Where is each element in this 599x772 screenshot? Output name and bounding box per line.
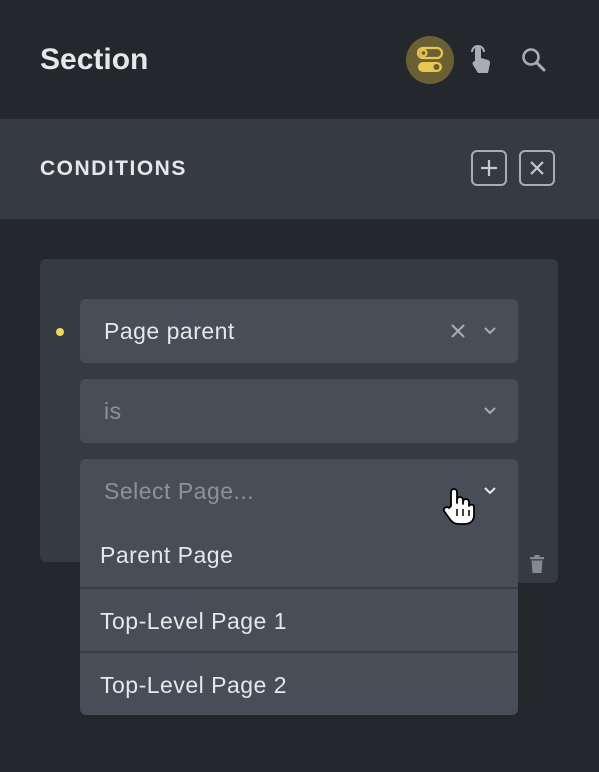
search-icon[interactable]	[510, 36, 558, 84]
page-options-dropdown: Parent Page Top-Level Page 1 Top-Level P…	[80, 523, 518, 715]
option-top-level-page-2[interactable]: Top-Level Page 2	[80, 651, 518, 715]
panel-title: Section	[40, 43, 149, 76]
hand-cursor-icon	[442, 488, 475, 525]
pointer-touch-icon[interactable]	[458, 36, 506, 84]
add-condition-button[interactable]	[471, 150, 507, 186]
condition-operator-select[interactable]: is	[80, 379, 518, 443]
condition-value-placeholder: Select Page...	[104, 478, 255, 504]
condition-status-dot	[56, 328, 64, 336]
condition-operator-value: is	[104, 398, 122, 424]
condition-key-value: Page parent	[104, 318, 235, 344]
option-top-level-page-1[interactable]: Top-Level Page 1	[80, 587, 518, 651]
close-icon	[530, 161, 544, 175]
close-conditions-button[interactable]	[519, 150, 555, 186]
clear-icon[interactable]	[450, 323, 466, 339]
trash-icon[interactable]	[529, 555, 545, 573]
chevron-down-icon	[484, 407, 496, 415]
chevron-down-icon	[484, 487, 496, 495]
option-parent-page[interactable]: Parent Page	[80, 523, 518, 587]
toggles-icon[interactable]	[406, 36, 454, 84]
condition-key-select[interactable]: Page parent	[80, 299, 518, 363]
chevron-down-icon	[484, 327, 496, 335]
plus-icon	[481, 160, 497, 176]
conditions-title: CONDITIONS	[40, 157, 187, 180]
condition-card-footer	[518, 540, 558, 583]
